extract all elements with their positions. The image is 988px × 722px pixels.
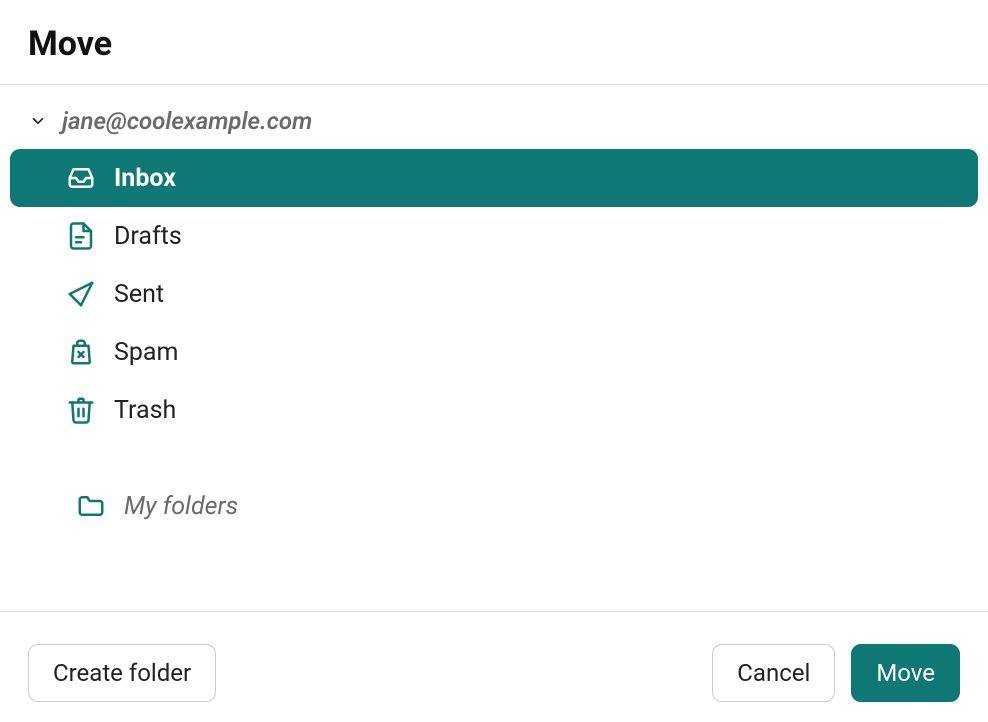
- folder-list: Inbox Drafts Sent: [0, 149, 988, 535]
- dialog-title: Move: [28, 24, 960, 64]
- folder-label: Spam: [114, 338, 178, 367]
- folder-item-sent[interactable]: Sent: [10, 265, 978, 323]
- folder-item-spam[interactable]: Spam: [10, 323, 978, 381]
- drafts-icon: [66, 221, 96, 251]
- inbox-icon: [66, 163, 96, 193]
- folder-item-my-folders[interactable]: My folders: [10, 477, 978, 535]
- move-button[interactable]: Move: [851, 644, 960, 702]
- folder-label: Inbox: [114, 164, 176, 193]
- folder-icon: [76, 491, 106, 521]
- spam-icon: [66, 337, 96, 367]
- folder-label: Trash: [114, 396, 176, 425]
- trash-icon: [66, 395, 96, 425]
- folder-item-inbox[interactable]: Inbox: [10, 149, 978, 207]
- create-folder-button[interactable]: Create folder: [28, 644, 216, 702]
- section-gap: [10, 439, 978, 477]
- folder-label: Sent: [114, 280, 164, 309]
- folder-label: My folders: [124, 492, 238, 521]
- folder-label: Drafts: [114, 222, 182, 251]
- chevron-down-icon: [28, 111, 48, 131]
- folder-item-drafts[interactable]: Drafts: [10, 207, 978, 265]
- folder-item-trash[interactable]: Trash: [10, 381, 978, 439]
- dialog-header: Move: [0, 0, 988, 84]
- dialog-footer: Create folder Cancel Move: [0, 611, 988, 722]
- account-row[interactable]: jane@coolexample.com: [0, 97, 988, 149]
- footer-actions: Cancel Move: [712, 644, 960, 702]
- folder-picker-content: jane@coolexample.com Inbox: [0, 85, 988, 611]
- cancel-button[interactable]: Cancel: [712, 644, 835, 702]
- sent-icon: [66, 279, 96, 309]
- account-email: jane@coolexample.com: [62, 107, 312, 135]
